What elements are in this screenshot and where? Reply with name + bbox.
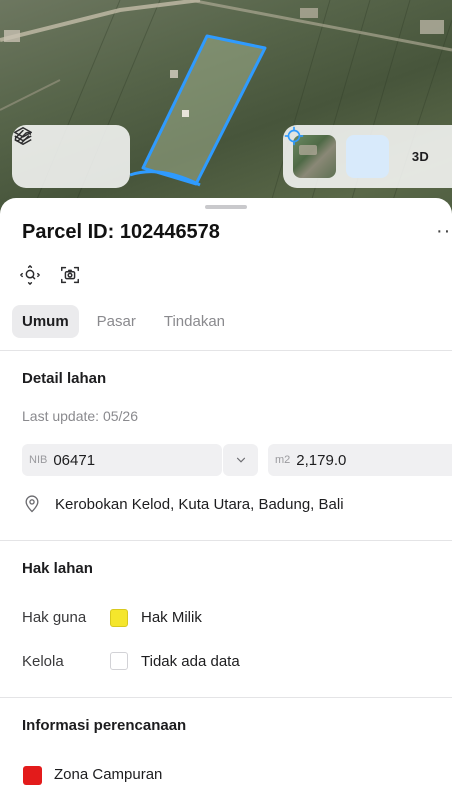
zone-label: Zona Campuran xyxy=(54,766,163,783)
rights-label-kelola: Kelola xyxy=(22,653,64,670)
map-tools-panel xyxy=(12,125,130,188)
color-swatch xyxy=(110,609,128,627)
location-pin-icon xyxy=(25,495,39,513)
parcel-toolbar xyxy=(19,264,81,286)
chevron-down-icon xyxy=(236,457,245,463)
more-options-icon[interactable]: ··· xyxy=(436,220,452,243)
area-value: 2,179.0 xyxy=(296,451,347,469)
area-unit: m2 xyxy=(275,454,291,466)
zoom-to-parcel-icon[interactable] xyxy=(19,264,41,286)
area-field: m2 2,179.0 xyxy=(268,444,452,476)
crosshair-icon[interactable] xyxy=(284,126,389,178)
rights-value-hak-guna: Hak Milik xyxy=(141,609,202,626)
layers-icon[interactable] xyxy=(14,127,56,170)
tab-pasar[interactable]: Pasar xyxy=(87,305,146,338)
parcel-detail-sheet: Parcel ID: 102446578 ··· Umum Pa xyxy=(0,198,452,804)
divider xyxy=(0,540,452,541)
section-title-detail: Detail lahan xyxy=(22,370,107,387)
zone-color-swatch xyxy=(23,766,42,785)
divider xyxy=(0,697,452,698)
tab-umum[interactable]: Umum xyxy=(12,305,79,338)
color-swatch xyxy=(110,652,128,670)
nib-prefix: NIB xyxy=(29,454,48,466)
3d-toggle-button[interactable]: 3D xyxy=(399,135,442,178)
rights-value-kelola: Tidak ada data xyxy=(141,653,240,670)
section-title-planning: Informasi perencanaan xyxy=(22,717,187,734)
tab-bar: Umum Pasar Tindakan xyxy=(12,305,235,338)
last-update-text: Last update: 05/26 xyxy=(22,408,138,424)
nib-field[interactable]: NIB 06471 xyxy=(22,444,222,476)
divider xyxy=(0,350,452,351)
tab-tindakan[interactable]: Tindakan xyxy=(154,305,235,338)
camera-capture-icon[interactable] xyxy=(59,264,81,286)
location-text: Kerobokan Kelod, Kuta Utara, Badung, Bal… xyxy=(55,495,344,513)
map-view-panel: 3D xyxy=(283,125,452,188)
location-row: Kerobokan Kelod, Kuta Utara, Badung, Bal… xyxy=(22,494,344,514)
drag-handle[interactable] xyxy=(205,205,247,209)
draw-icon[interactable] xyxy=(14,129,110,170)
nib-dropdown-button[interactable] xyxy=(223,444,258,476)
section-title-rights: Hak lahan xyxy=(22,560,93,577)
rights-label-hak-guna: Hak guna xyxy=(22,609,87,626)
nib-value: 06471 xyxy=(53,451,96,469)
parcel-title: Parcel ID: 102446578 xyxy=(22,221,220,243)
